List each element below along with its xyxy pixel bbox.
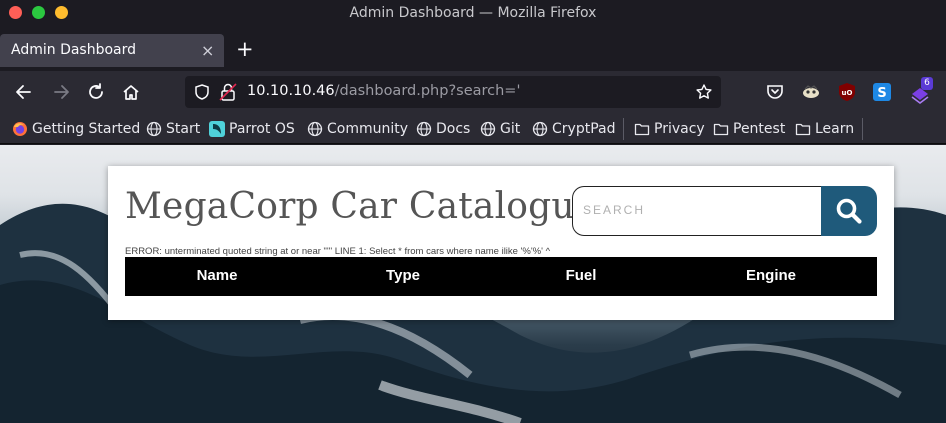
window-title-bar: Admin Dashboard — Mozilla Firefox	[0, 0, 946, 28]
web-page: MegaCorp Car Catalogue ERROR: unterminat…	[0, 145, 946, 423]
bookmark-parrot-os[interactable]: Parrot OS	[209, 119, 295, 139]
folder-icon	[713, 123, 729, 136]
globe-icon	[480, 121, 496, 137]
new-tab-button[interactable]: +	[236, 37, 254, 61]
column-header-name: Name	[196, 267, 238, 284]
tab-close-icon[interactable]: ×	[201, 41, 214, 60]
tab-label: Admin Dashboard	[11, 42, 137, 58]
s-extension-icon[interactable]: S	[872, 82, 892, 102]
insecure-lock-icon[interactable]	[219, 82, 237, 102]
catalogue-card: MegaCorp Car Catalogue ERROR: unterminat…	[108, 166, 894, 320]
back-icon[interactable]	[13, 81, 35, 103]
bookmark-cryptpad[interactable]: CryptPad	[532, 119, 615, 139]
bookmark-label: Start	[166, 121, 201, 137]
globe-icon	[146, 121, 162, 137]
search-input[interactable]	[583, 203, 803, 217]
bookmark-git[interactable]: Git	[480, 119, 520, 139]
navigation-toolbar: 10.10.10.46/dashboard.php?search=' uO S …	[0, 71, 946, 114]
search-button[interactable]	[821, 186, 877, 236]
tab-admin-dashboard[interactable]: Admin Dashboard ×	[0, 34, 224, 67]
extensions-button[interactable]: 6	[909, 77, 933, 104]
folder-icon	[795, 123, 811, 136]
column-header-fuel: Fuel	[565, 267, 597, 284]
bookmark-community[interactable]: Community	[307, 119, 408, 139]
sql-error-message: ERROR: unterminated quoted string at or …	[125, 246, 551, 257]
bookmark-docs[interactable]: Docs	[416, 119, 470, 139]
svg-text:S: S	[877, 86, 886, 101]
column-header-engine: Engine	[745, 267, 796, 284]
bookmark-label: Community	[327, 121, 409, 137]
url-bar[interactable]: 10.10.10.46/dashboard.php?search='	[185, 76, 721, 108]
bookmark-label: Learn	[815, 121, 855, 137]
svg-text:uO: uO	[842, 89, 853, 97]
globe-icon	[416, 121, 432, 137]
ublock-origin-icon[interactable]: uO	[837, 82, 857, 102]
column-header-type: Type	[386, 267, 420, 284]
home-icon[interactable]	[120, 81, 142, 103]
table-header: Name Type Fuel Engine	[125, 257, 877, 296]
bookmark-star-icon[interactable]	[695, 83, 713, 101]
bookmarks-separator	[862, 118, 863, 140]
bookmark-label: Git	[500, 121, 521, 137]
bookmark-folder-privacy[interactable]: Privacy	[634, 119, 705, 139]
globe-icon	[532, 121, 548, 137]
extension-badge: 6	[921, 77, 933, 90]
shield-icon[interactable]	[193, 83, 211, 101]
bookmark-getting-started[interactable]: Getting Started	[12, 119, 140, 139]
bookmark-folder-pentest[interactable]: Pentest	[713, 119, 785, 139]
folder-icon	[634, 123, 650, 136]
firefox-icon	[13, 122, 27, 136]
bookmark-label: Parrot OS	[229, 121, 295, 137]
url-host: 10.10.10.46	[247, 83, 335, 99]
parrot-icon	[209, 121, 225, 137]
reload-icon[interactable]	[85, 81, 107, 103]
search-icon	[836, 198, 862, 224]
url-text[interactable]: 10.10.10.46/dashboard.php?search='	[247, 83, 520, 99]
bookmark-label: Docs	[436, 121, 471, 137]
url-path: /dashboard.php?search='	[334, 83, 521, 99]
page-title: MegaCorp Car Catalogue	[125, 186, 597, 227]
tab-strip: Admin Dashboard × +	[0, 28, 946, 71]
bookmark-label: Getting Started	[32, 121, 141, 137]
bookmark-start[interactable]: Start	[146, 119, 200, 139]
search-field[interactable]	[572, 186, 823, 236]
globe-icon	[307, 121, 323, 137]
pocket-icon[interactable]	[765, 82, 785, 102]
bookmark-folder-learn[interactable]: Learn	[795, 119, 854, 139]
bookmarks-separator	[623, 118, 624, 140]
bookmark-label: CryptPad	[552, 121, 616, 137]
bookmark-label: Pentest	[733, 121, 786, 137]
bookmarks-toolbar: Getting Started Start Parrot OS Communit…	[0, 114, 946, 144]
bookmark-label: Privacy	[654, 121, 705, 137]
forward-icon[interactable]	[50, 81, 72, 103]
window-title: Admin Dashboard — Mozilla Firefox	[349, 5, 597, 21]
extension-mask-icon[interactable]	[801, 82, 821, 102]
